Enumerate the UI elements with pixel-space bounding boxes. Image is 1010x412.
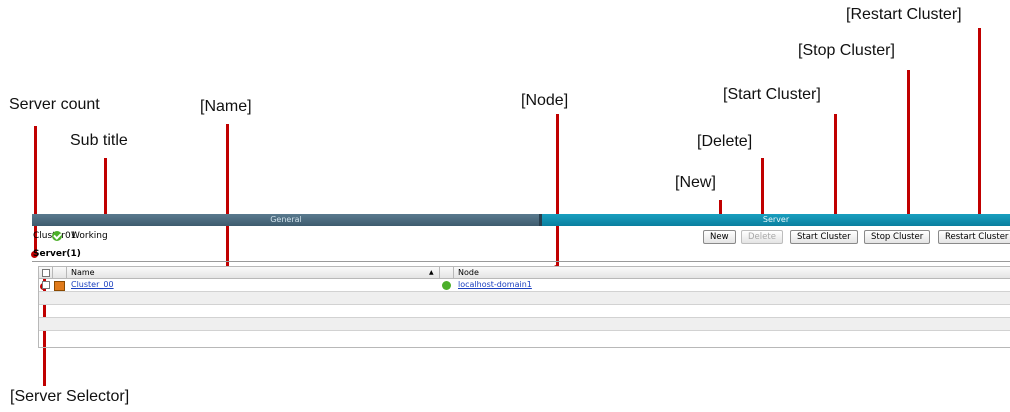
server-table: Name ▲ Node Cluster_00 localhost-domain1 [38,266,1010,348]
column-header-name[interactable]: Name [71,267,95,278]
section-divider [32,261,1010,262]
callout-start-cluster: [Start Cluster] [723,86,821,103]
callout-line-restart [978,28,981,223]
status-ok-icon [52,231,62,241]
callout-delete: [Delete] [697,133,753,150]
callout-line-stop [907,70,910,223]
callout-server-selector: [Server Selector] [10,388,130,405]
sort-ascending-icon[interactable]: ▲ [429,267,434,278]
header-divider [52,267,53,278]
callout-restart-cluster: [Restart Cluster] [846,6,962,23]
stop-cluster-button[interactable]: Stop Cluster [864,230,931,244]
callout-line-name [226,124,229,270]
callout-line-start [834,114,837,223]
callout-stop-cluster: [Stop Cluster] [798,42,895,59]
node-status-ok-icon [442,281,451,290]
callout-new: [New] [675,174,716,191]
new-button[interactable]: New [703,230,736,244]
callout-server-count: Server count [9,96,100,113]
table-row [39,318,1010,331]
header-divider [66,267,67,278]
status-text: Working [71,231,108,241]
callout-line-sub-title [104,158,107,222]
server-count-title: Server(1) [33,249,81,259]
server-selector-checkbox[interactable] [42,281,50,289]
header-divider [453,267,454,278]
tab-general[interactable]: General [32,214,540,226]
select-all-checkbox[interactable] [42,269,50,277]
start-cluster-button[interactable]: Start Cluster [790,230,858,244]
callout-line-node [556,114,559,268]
callout-sub-title: Sub title [70,132,128,149]
server-icon [54,281,65,291]
callout-name: [Name] [200,98,252,115]
tab-server[interactable]: Server [542,214,1010,226]
server-name-link[interactable]: Cluster_00 [71,279,114,291]
table-row [39,331,1010,343]
table-header: Name ▲ Node [39,267,1010,279]
table-row: Cluster_00 localhost-domain1 [39,279,1010,292]
node-link[interactable]: localhost-domain1 [458,279,532,291]
delete-button[interactable]: Delete [741,230,783,244]
restart-cluster-button[interactable]: Restart Cluster [938,230,1010,244]
table-row [39,292,1010,305]
table-row [39,305,1010,318]
column-header-node[interactable]: Node [458,267,479,278]
header-divider [439,267,440,278]
callout-node: [Node] [521,92,569,109]
